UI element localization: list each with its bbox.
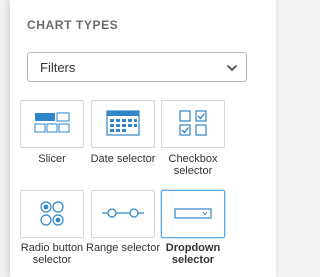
chart-type-slicer[interactable]: [20, 100, 84, 148]
category-dropdown-value: Filters: [40, 60, 76, 75]
chart-type-range-selector[interactable]: [91, 190, 155, 238]
chart-type-dropdown-selector[interactable]: [161, 190, 225, 238]
chart-type-label: Date selector: [90, 153, 156, 165]
chart-type-label: Slicer: [38, 153, 66, 165]
panel-heading: CHART TYPES: [27, 18, 119, 32]
chevron-down-icon: [226, 61, 238, 73]
chart-type-date-selector[interactable]: [91, 100, 155, 148]
chart-type-label: Dropdown selector: [165, 242, 221, 266]
chart-type-radio-button-selector[interactable]: [20, 190, 84, 238]
chart-types-panel: CHART TYPES Filters Slicer Date selector…: [10, 0, 276, 277]
chart-type-label: Checkbox selector: [168, 153, 218, 177]
chart-type-checkbox-selector[interactable]: [161, 100, 225, 148]
chart-type-label: Radio button selector: [20, 242, 84, 266]
category-dropdown[interactable]: Filters: [27, 52, 247, 82]
chart-type-label: Range selector: [86, 242, 160, 254]
